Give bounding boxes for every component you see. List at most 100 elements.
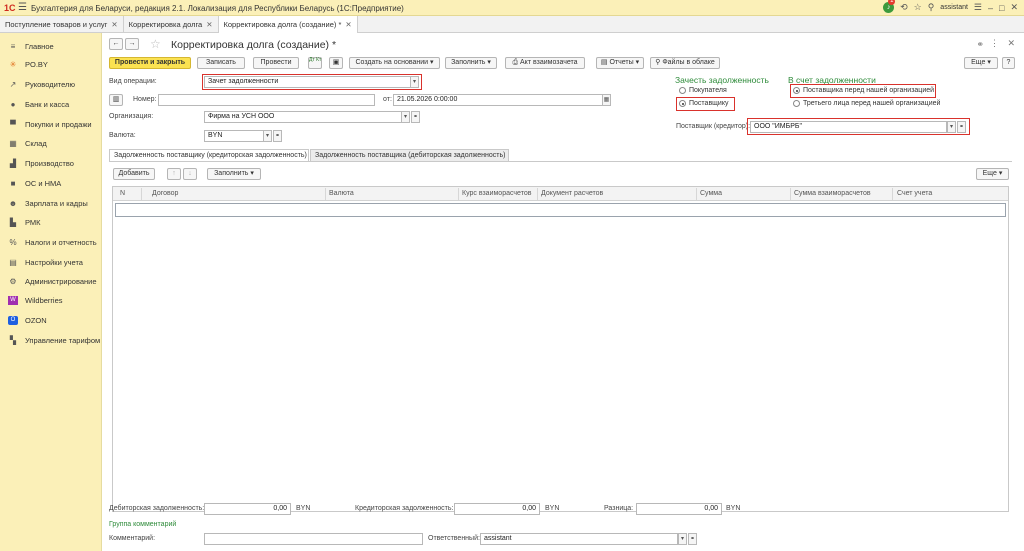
number-label: Номер: [133, 96, 157, 103]
calendar-icon[interactable]: ▦ [602, 94, 611, 106]
close-tab-icon[interactable]: ✕ [206, 20, 212, 29]
document-form: ← → ☆ Корректировка долга (создание) * ⚭… [103, 33, 1024, 551]
table-row[interactable] [115, 203, 1006, 217]
sidebar-item-poby[interactable]: ✳ PO.BY [8, 57, 48, 71]
sidebar-item-administration[interactable]: ⚙ Администрирование [8, 274, 96, 288]
minimize-icon[interactable]: – [988, 3, 993, 13]
printer-icon: ⎙ [512, 59, 519, 66]
tab-debt-adjustment-list[interactable]: Корректировка долга ✕ [124, 16, 219, 33]
more-button[interactable]: Еще ▾ [964, 57, 998, 69]
grid-more-button[interactable]: Еще ▾ [976, 168, 1009, 180]
radio-third-party-debt[interactable]: Третьего лица перед нашей организацией [793, 100, 940, 107]
tab-debt-adjustment-new[interactable]: Корректировка долга (создание) * ✕ [218, 16, 358, 33]
comment-field[interactable] [204, 533, 423, 545]
back-button[interactable]: ← [109, 38, 123, 50]
chevron-down-icon[interactable]: ▾ [401, 111, 410, 123]
dt-kt-button[interactable]: Дт Кт [308, 57, 322, 69]
report-icon: ▤ [600, 59, 608, 66]
chevron-down-icon[interactable]: ▾ [263, 130, 272, 142]
sidebar-item-purchases[interactable]: ▀ Покупки и продажи [8, 117, 91, 131]
column-header[interactable]: Валюта [329, 190, 354, 197]
add-row-button[interactable]: Добавить [113, 168, 155, 180]
sidebar-item-accounting-settings[interactable]: ▤ Настройки учета [8, 255, 83, 269]
column-header[interactable]: Сумма [700, 190, 722, 197]
open-link-icon[interactable]: ⚭ [411, 111, 420, 123]
date-field[interactable]: 21.05.2026 0:00:00 [393, 94, 611, 106]
maximize-icon[interactable]: □ [999, 3, 1004, 13]
chart-icon: ↗ [9, 79, 17, 89]
sidebar-item-warehouse[interactable]: ▦ Склад [8, 136, 47, 150]
sidebar-item-production[interactable]: ▟ Производство [8, 156, 74, 170]
history-icon[interactable]: ⟲ [900, 2, 908, 13]
column-header[interactable]: Курс взаиморасчетов [462, 190, 531, 197]
settings-menu-icon[interactable]: ☰ [974, 2, 982, 13]
sidebar-item-manager[interactable]: ↗ Руководителю [8, 77, 75, 91]
favorites-star-icon[interactable]: ☆ [914, 2, 922, 13]
button-label: Еще [971, 59, 986, 66]
sidebar-item-ozon[interactable]: O OZON [8, 313, 47, 327]
column-header[interactable]: Сумма взаиморасчетов [794, 190, 871, 197]
page-title: Корректировка долга (создание) * [171, 39, 337, 51]
truck-icon: ■ [10, 178, 16, 188]
sidebar-item-bank[interactable]: ● Банк и касса [8, 97, 70, 111]
link-icon[interactable]: ⚭ [976, 39, 984, 50]
debit-debt-value: 0,00 [204, 503, 291, 515]
column-header[interactable]: Документ расчетов [541, 190, 603, 197]
structure-button[interactable]: ▣ [329, 57, 343, 69]
button-label: Заполнить [214, 170, 249, 177]
app-titlebar: 1С ☰ Бухгалтерия для Беларуси, редакция … [0, 0, 1024, 16]
tab-purchase-receipt[interactable]: Поступление товаров и услуг ✕ [0, 16, 124, 33]
currency-field[interactable]: BYN [204, 130, 264, 142]
open-link-icon[interactable]: ⚭ [688, 533, 697, 545]
cloud-files-button[interactable]: ⚲ Файлы в облаке [650, 57, 720, 69]
favorite-star-icon[interactable]: ☆ [150, 37, 161, 51]
fill-button[interactable]: Заполнить ▾ [445, 57, 497, 69]
create-based-on-button[interactable]: Создать на основании ▾ [349, 57, 440, 69]
move-up-button[interactable]: ↑ [167, 168, 181, 180]
sidebar-item-wildberries[interactable]: W Wildberries [8, 293, 63, 307]
organization-field[interactable]: Фирма на УСН ООО [204, 111, 402, 123]
column-header[interactable]: N [120, 190, 125, 197]
chevron-down-icon[interactable]: ▾ [678, 533, 687, 545]
grid-fill-button[interactable]: Заполнить ▾ [207, 168, 261, 180]
open-link-icon[interactable]: ⚭ [273, 130, 282, 142]
close-window-icon[interactable]: ✕ [1010, 2, 1018, 13]
sidebar-item-salary[interactable]: ☻ Зарплата и кадры [8, 196, 88, 210]
more-options-icon[interactable]: ⋮ [990, 38, 999, 49]
sidebar-item-rmk[interactable]: ▙ РМК [8, 215, 41, 229]
reports-button[interactable]: ▤ Отчеты ▾ [596, 57, 644, 69]
search-icon[interactable]: ⚲ [928, 2, 935, 13]
offset-act-button[interactable]: ⎙ Акт взаимозачета [505, 57, 585, 69]
hamburger-menu-icon[interactable]: ☰ [18, 2, 27, 13]
forward-button[interactable]: → [125, 38, 139, 50]
sidebar-item-tariff[interactable]: ▚ Управление тарифом [8, 333, 100, 347]
sidebar-item-assets[interactable]: ■ ОС и НМА [8, 176, 62, 190]
column-header[interactable]: Договор [152, 190, 178, 197]
post-and-close-button[interactable]: Провести и закрыть [109, 57, 191, 69]
people-icon: ☻ [8, 198, 18, 208]
move-down-button[interactable]: ↓ [183, 168, 197, 180]
tab-label: Корректировка долга (создание) * [223, 20, 342, 29]
debt-table[interactable]: N Договор Валюта Курс взаиморасчетов Док… [112, 186, 1009, 512]
close-tab-icon[interactable]: ✕ [345, 20, 351, 29]
number-field[interactable] [158, 94, 375, 106]
user-name[interactable]: assistant [940, 4, 968, 11]
difference-value: 0,00 [636, 503, 722, 515]
close-tab-icon[interactable]: ✕ [111, 20, 117, 29]
responsible-field[interactable]: assistant [480, 533, 678, 545]
radio-buyer[interactable]: Покупателя [679, 87, 727, 94]
difference-label: Разница: [604, 505, 634, 512]
chevron-down-icon: ▾ [635, 59, 640, 66]
post-button[interactable]: Провести [253, 57, 299, 69]
number-edit-button[interactable]: ▥ [109, 94, 123, 106]
highlight-supplier [747, 118, 970, 135]
save-button[interactable]: Записать [197, 57, 245, 69]
help-button[interactable]: ? [1002, 57, 1015, 69]
column-header[interactable]: Счет учета [897, 190, 932, 197]
notifications-icon[interactable]: ♪ 1 [883, 0, 896, 13]
sidebar-item-main[interactable]: ≡ Главное [8, 39, 54, 53]
comments-group-toggle[interactable]: Группа комментарий [109, 521, 176, 528]
tabs-divider [109, 161, 1012, 162]
sidebar-item-taxes[interactable]: % Налоги и отчетность [8, 235, 96, 249]
close-form-icon[interactable]: ✕ [1007, 38, 1015, 49]
